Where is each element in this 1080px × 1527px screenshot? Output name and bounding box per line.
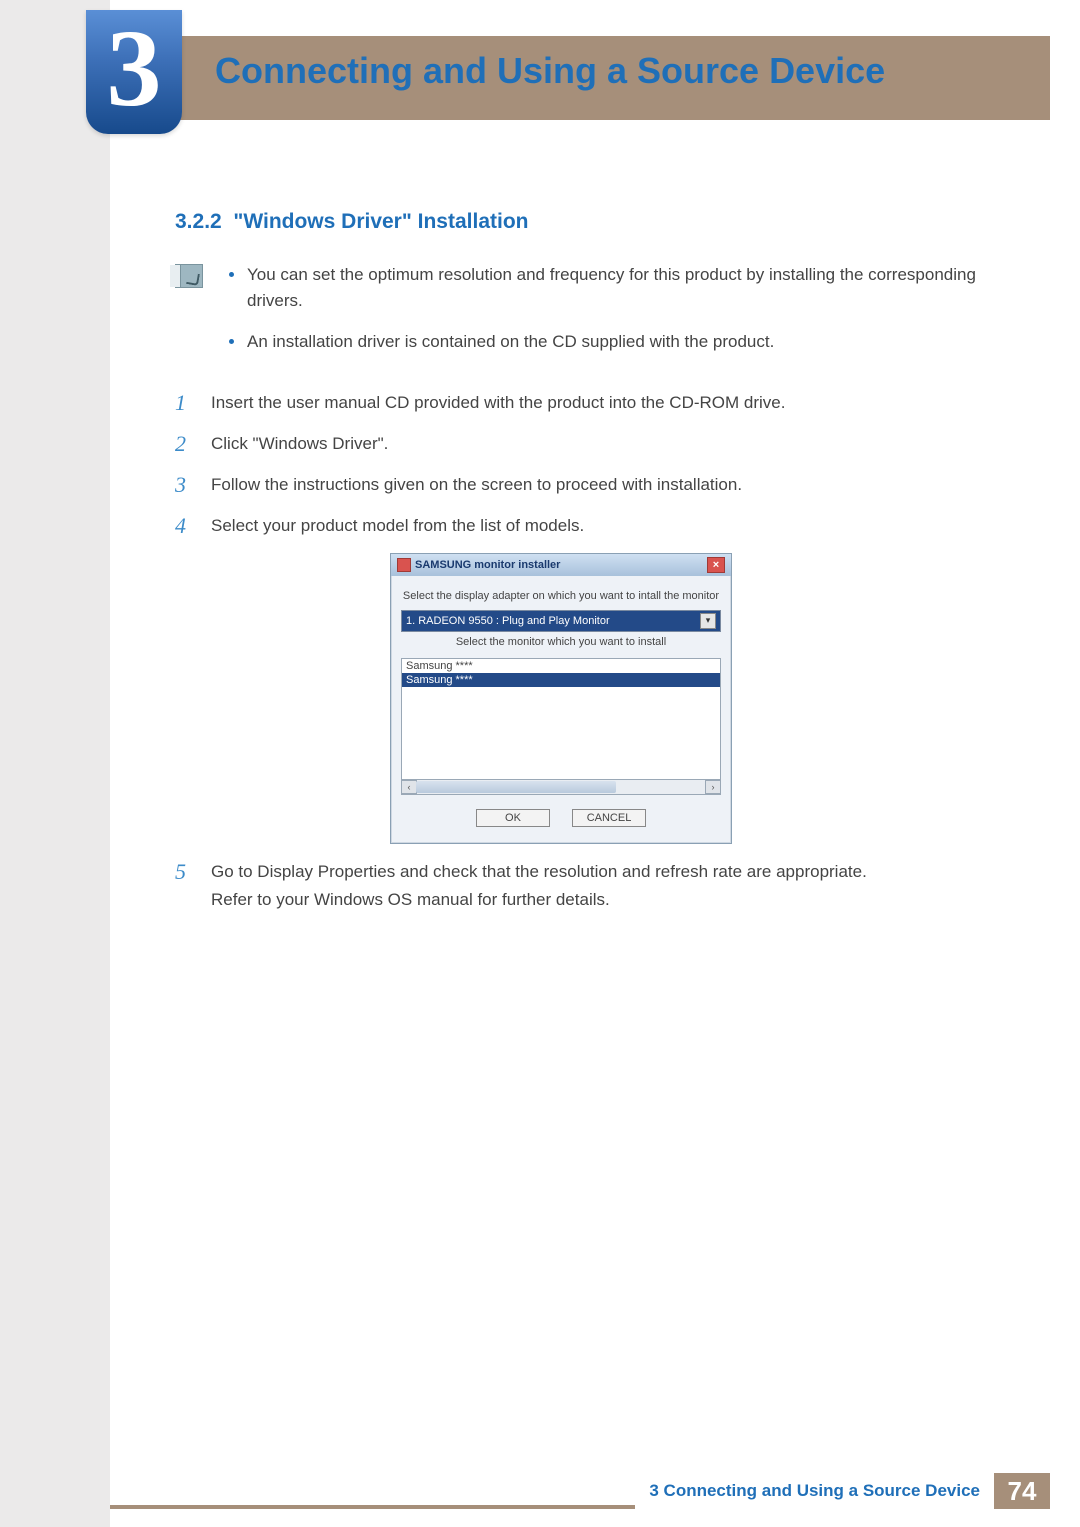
note-icon xyxy=(175,264,203,288)
cancel-button[interactable]: CANCEL xyxy=(572,809,646,827)
scroll-left-icon[interactable]: ‹ xyxy=(401,780,417,794)
step-text: Insert the user manual CD provided with … xyxy=(211,389,1020,418)
step-5-line-1: Go to Display Properties and check that … xyxy=(211,862,867,881)
step-5-line-2: Refer to your Windows OS manual for furt… xyxy=(211,890,610,909)
step-text: Follow the instructions given on the scr… xyxy=(211,471,1020,500)
step-number: 3 xyxy=(175,471,193,500)
footer-chapter-label: 3 Connecting and Using a Source Device xyxy=(635,1473,994,1509)
step-number: 1 xyxy=(175,389,193,418)
step-4: 4 Select your product model from the lis… xyxy=(175,512,1020,541)
dialog-title-text: SAMSUNG monitor installer xyxy=(415,559,560,571)
monitor-label: Select the monitor which you want to ins… xyxy=(401,636,721,648)
list-item[interactable]: Samsung **** xyxy=(402,659,720,673)
section-title: "Windows Driver" Installation xyxy=(233,210,528,233)
chapter-number: 3 xyxy=(107,13,162,123)
steps-list: 1 Insert the user manual CD provided wit… xyxy=(175,389,1020,541)
section-heading: 3.2.2 "Windows Driver" Installation xyxy=(175,210,1020,234)
steps-list-continued: 5 Go to Display Properties and check tha… xyxy=(175,858,1020,916)
horizontal-scrollbar[interactable]: ‹ › xyxy=(401,780,721,795)
note-item: An installation driver is contained on t… xyxy=(225,329,1020,355)
note-list: You can set the optimum resolution and f… xyxy=(225,262,1020,369)
step-5: 5 Go to Display Properties and check tha… xyxy=(175,858,1020,916)
step-text: Click "Windows Driver". xyxy=(211,430,1020,459)
step-2: 2 Click "Windows Driver". xyxy=(175,430,1020,459)
chevron-down-icon[interactable]: ▾ xyxy=(700,613,716,629)
installer-dialog: SAMSUNG monitor installer × Select the d… xyxy=(390,553,732,844)
dialog-body: Select the display adapter on which you … xyxy=(391,576,731,843)
step-3: 3 Follow the instructions given on the s… xyxy=(175,471,1020,500)
ok-button[interactable]: OK xyxy=(476,809,550,827)
note-item: You can set the optimum resolution and f… xyxy=(225,262,1020,315)
dialog-titlebar: SAMSUNG monitor installer × xyxy=(391,554,731,576)
scroll-right-icon[interactable]: › xyxy=(705,780,721,794)
list-item-selected[interactable]: Samsung **** xyxy=(402,673,720,687)
note-block: You can set the optimum resolution and f… xyxy=(175,262,1020,369)
page-number: 74 xyxy=(994,1473,1050,1509)
adapter-dropdown[interactable]: 1. RADEON 9550 : Plug and Play Monitor ▾ xyxy=(401,610,721,632)
adapter-selected-text: 1. RADEON 9550 : Plug and Play Monitor xyxy=(406,615,610,627)
step-number: 4 xyxy=(175,512,193,541)
left-stripe xyxy=(0,0,110,1527)
chapter-badge: 3 xyxy=(86,10,182,134)
step-1: 1 Insert the user manual CD provided wit… xyxy=(175,389,1020,418)
close-icon[interactable]: × xyxy=(707,557,725,573)
app-icon xyxy=(397,558,411,572)
adapter-label: Select the display adapter on which you … xyxy=(401,590,721,602)
step-number: 2 xyxy=(175,430,193,459)
section-number: 3.2.2 xyxy=(175,210,222,233)
dialog-button-row: OK CANCEL xyxy=(401,809,721,827)
chapter-title: Connecting and Using a Source Device xyxy=(215,50,885,92)
step-text: Select your product model from the list … xyxy=(211,512,1020,541)
step-number: 5 xyxy=(175,858,193,916)
step-text: Go to Display Properties and check that … xyxy=(211,858,1020,916)
page-footer: 3 Connecting and Using a Source Device 7… xyxy=(635,1473,1050,1509)
scroll-thumb[interactable] xyxy=(416,781,616,793)
monitor-listbox[interactable]: Samsung **** Samsung **** xyxy=(401,658,721,780)
content-area: 3.2.2 "Windows Driver" Installation You … xyxy=(175,210,1020,927)
